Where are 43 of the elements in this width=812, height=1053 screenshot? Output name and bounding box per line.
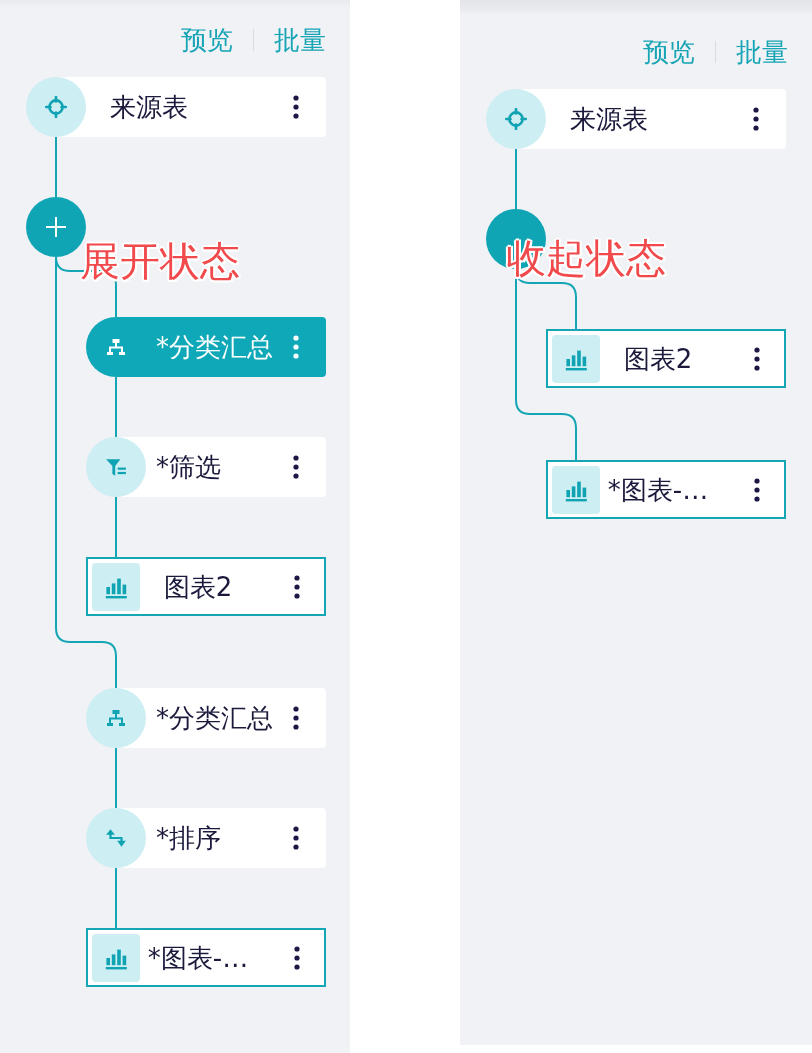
bar-chart-icon (92, 933, 140, 982)
node-title: *图表-… (606, 473, 710, 507)
bar-chart-icon (552, 465, 600, 514)
node-title: 来源表 (110, 91, 188, 124)
hierarchy-icon (86, 688, 146, 748)
more-icon[interactable] (293, 95, 299, 119)
node-title: 图表2 (622, 342, 694, 376)
flow-node[interactable]: *图表-… (86, 928, 326, 987)
more-icon[interactable] (293, 455, 299, 479)
crosshair-icon (26, 77, 86, 137)
node-title: *分类汇总 (156, 702, 273, 735)
bar-chart-icon (92, 562, 140, 611)
hierarchy-icon (106, 337, 126, 357)
connector-line (115, 747, 117, 809)
flow-node[interactable]: *分类汇总 (86, 688, 326, 748)
flow-node[interactable]: 来源表 (26, 77, 326, 137)
more-icon[interactable] (294, 574, 300, 599)
connector-line (115, 867, 117, 929)
flow-node[interactable]: *筛选 (86, 437, 326, 497)
more-icon[interactable] (294, 945, 300, 970)
connector-line (55, 136, 57, 198)
filter-icon (86, 437, 146, 497)
flow-node[interactable]: 图表2 (546, 329, 786, 388)
plus-icon (46, 217, 66, 237)
flow-node[interactable]: *图表-… (546, 460, 786, 519)
flow-node[interactable]: *排序 (86, 808, 326, 868)
more-icon[interactable] (293, 706, 299, 730)
more-icon[interactable] (754, 477, 760, 502)
node-title: *排序 (156, 822, 221, 855)
more-icon[interactable] (754, 346, 760, 371)
node-title: 来源表 (570, 103, 648, 136)
flow-node[interactable]: 来源表 (486, 89, 786, 149)
flow-node[interactable]: 图表2 (86, 557, 326, 616)
node-title: *图表-… (146, 941, 250, 975)
bar-chart-icon (552, 334, 600, 383)
more-icon[interactable] (293, 826, 299, 850)
node-title: *分类汇总 (156, 331, 273, 364)
sort-icon (86, 808, 146, 868)
connector-line (515, 148, 517, 210)
node-title: *筛选 (156, 451, 221, 484)
more-icon[interactable] (753, 107, 759, 131)
node-title: 图表2 (162, 570, 234, 604)
crosshair-icon (486, 89, 546, 149)
